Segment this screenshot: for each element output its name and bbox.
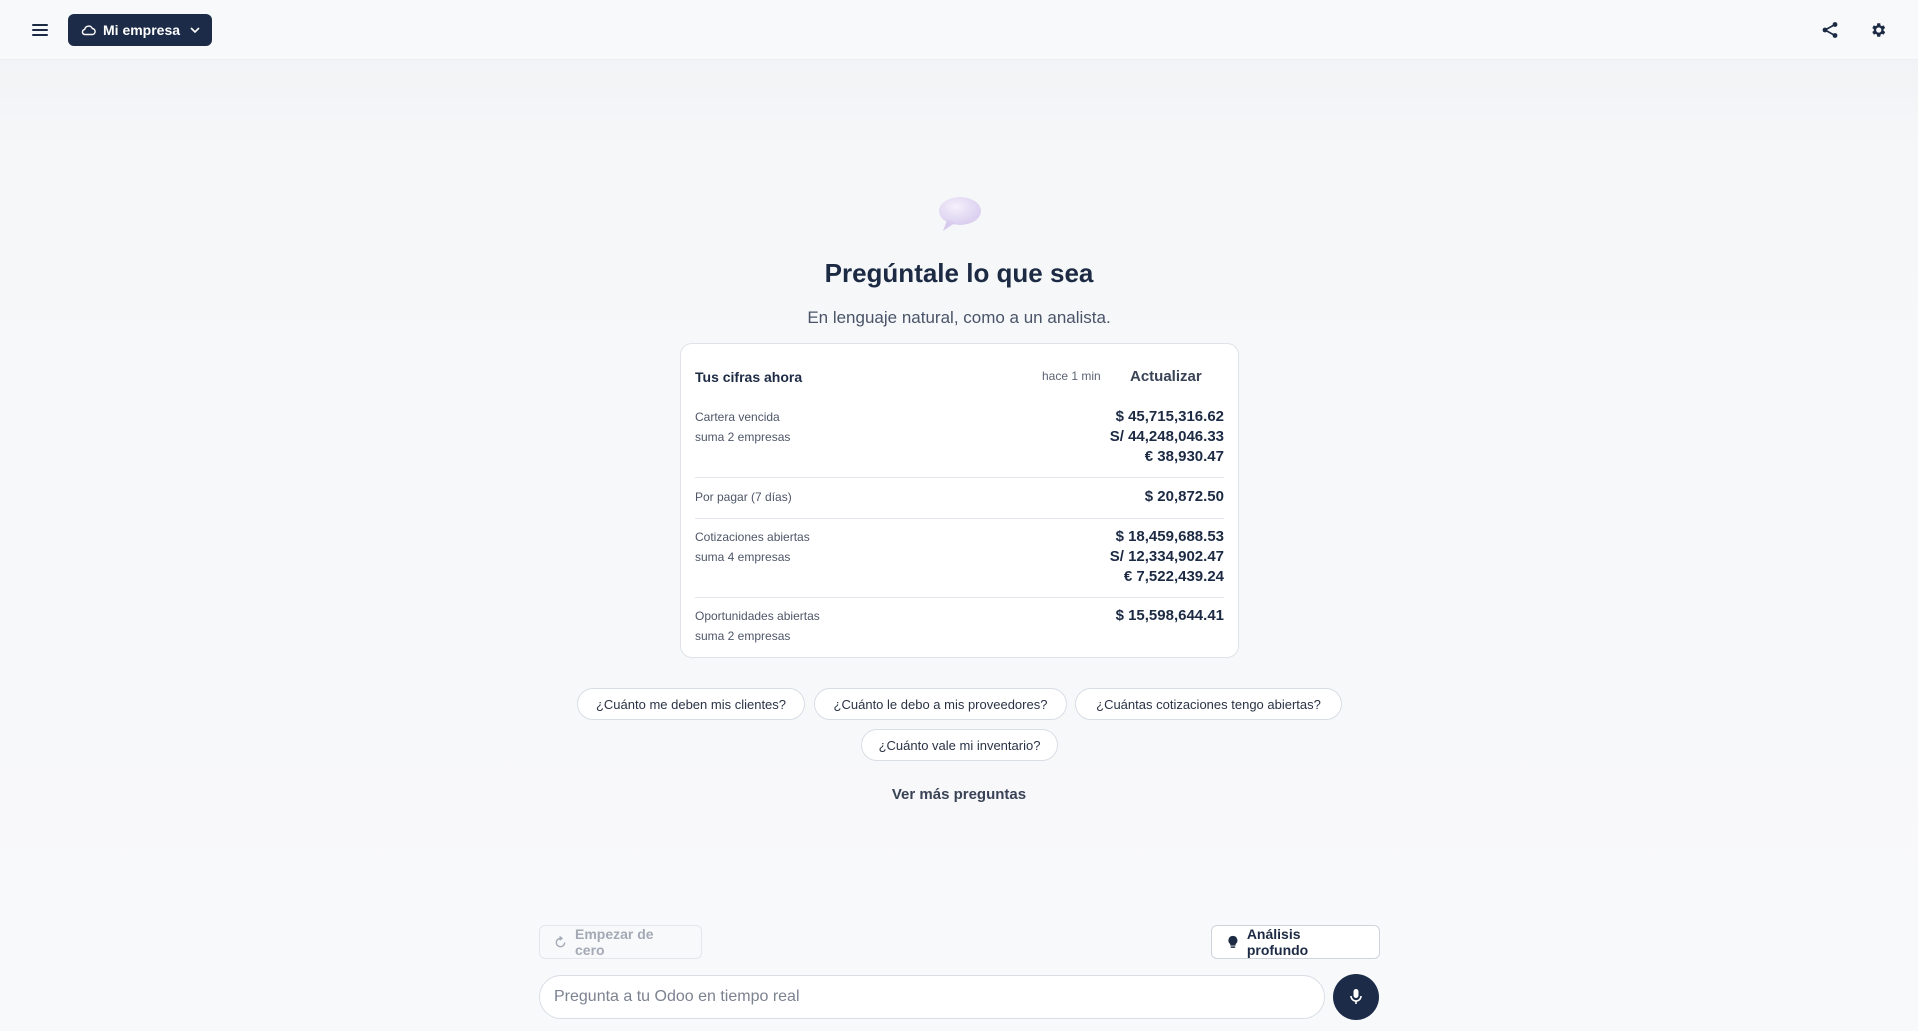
hamburger-menu-icon <box>32 24 48 36</box>
metric-value: $ 20,872.50 <box>1144 488 1224 505</box>
summary-title: Tus cifras ahora <box>695 369 803 385</box>
metric-sublabel: suma 4 empresas <box>695 550 791 564</box>
cloud-icon <box>81 25 96 36</box>
company-selector-label: Mi empresa <box>103 22 181 38</box>
refresh-icon <box>555 935 566 947</box>
metric-label: Oportunidades abiertas <box>695 609 820 623</box>
metric-value: $ 15,598,644.41 <box>1115 607 1224 624</box>
metric-value: $ 18,459,688.53 <box>1115 528 1224 545</box>
company-selector-button[interactable]: Mi empresa <box>68 14 212 46</box>
chevron-down-icon <box>190 27 200 33</box>
microphone-icon <box>1350 989 1362 1004</box>
metric-values: $ 45,715,316.62 S/ 44,248,046.33 € 38,93… <box>1110 407 1224 467</box>
question-input[interactable] <box>539 975 1325 1019</box>
divider <box>695 597 1224 598</box>
last-updated: hace 1 min <box>1042 369 1101 383</box>
reset-label: Empezar de cero <box>575 926 654 958</box>
divider <box>695 477 1224 478</box>
page-title: Pregúntale lo que sea <box>824 258 1094 288</box>
divider <box>695 518 1224 519</box>
refresh-button[interactable]: Actualizar <box>1130 368 1202 385</box>
menu-button[interactable] <box>22 12 58 48</box>
metric-values: $ 18,459,688.53 S/ 12,334,902.47 € 7,522… <box>1110 527 1224 587</box>
suggestion-chip[interactable]: ¿Cuánto me deben mis clientes? <box>577 688 805 720</box>
lightbulb-icon <box>1228 935 1238 948</box>
more-questions-link[interactable]: Ver más preguntas <box>0 786 1918 803</box>
page-subtitle: En lenguaje natural, como a un analista. <box>807 308 1111 327</box>
metric-value: $ 45,715,316.62 <box>1115 408 1224 425</box>
metric-label: Cotizaciones abiertas <box>695 530 810 544</box>
suggestion-chip[interactable]: ¿Cuántas cotizaciones tengo abiertas? <box>1075 688 1342 720</box>
share-button[interactable] <box>1812 12 1848 48</box>
metric-sublabel: suma 2 empresas <box>695 430 791 444</box>
suggestion-chip[interactable]: ¿Cuánto le debo a mis proveedores? <box>814 688 1067 720</box>
metric-value: S/ 44,248,046.33 <box>1109 428 1224 445</box>
reset-button[interactable]: Empezar de cero <box>539 925 702 959</box>
top-bar: Mi empresa <box>0 0 1918 60</box>
microphone-button[interactable] <box>1333 974 1379 1020</box>
metric-value: € 7,522,439.24 <box>1123 568 1224 585</box>
deep-analysis-label: Análisis profundo <box>1246 926 1309 958</box>
metric-value: € 38,930.47 <box>1144 448 1224 465</box>
metric-label: Por pagar (7 días) <box>695 490 792 504</box>
gear-icon <box>1872 23 1886 37</box>
metric-values: $ 20,872.50 <box>1145 487 1224 507</box>
metric-value: S/ 12,334,902.47 <box>1109 548 1224 565</box>
settings-button[interactable] <box>1860 12 1896 48</box>
summary-card: Tus cifras ahora hace 1 min Actualizar C… <box>680 343 1239 658</box>
metric-label: Cartera vencida <box>695 410 780 424</box>
metric-sublabel: suma 2 empresas <box>695 629 791 643</box>
suggestion-chip[interactable]: ¿Cuánto vale mi inventario? <box>861 729 1058 761</box>
share-icon <box>1822 22 1838 38</box>
speech-bubble-icon <box>939 197 981 231</box>
deep-analysis-button[interactable]: Análisis profundo <box>1211 925 1380 959</box>
metric-values: $ 15,598,644.41 <box>1116 606 1224 626</box>
